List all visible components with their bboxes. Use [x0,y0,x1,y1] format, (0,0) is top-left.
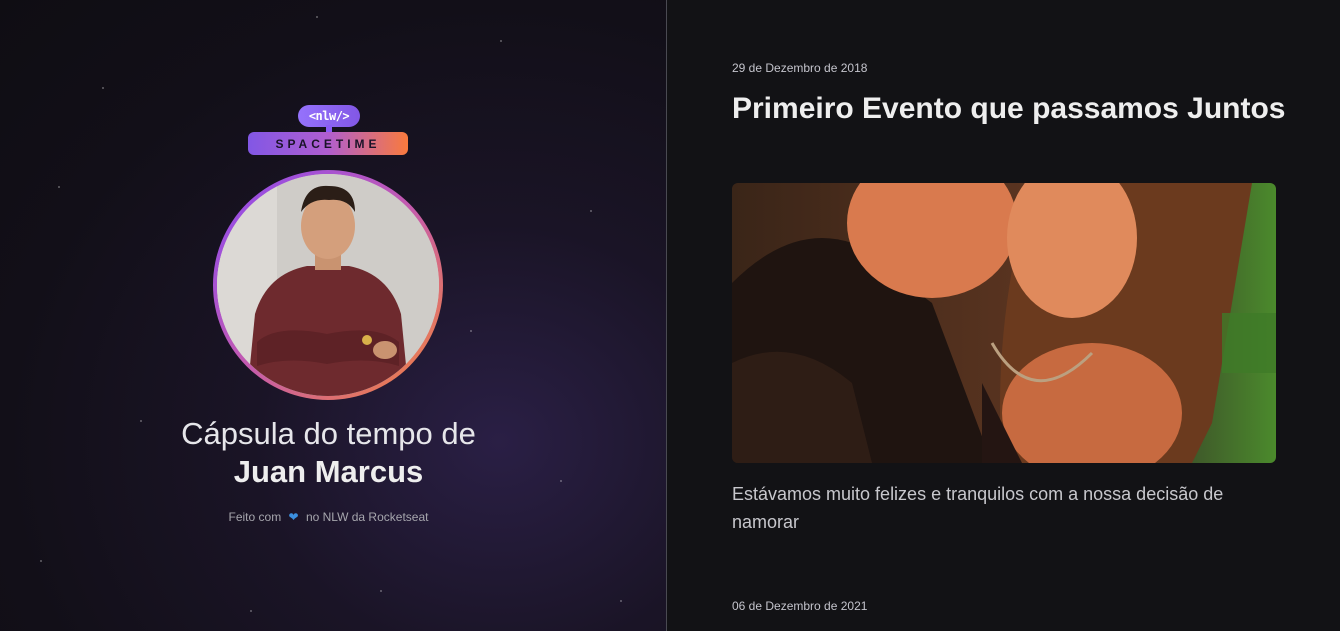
profile-panel: <nlw/> SPACETIME Cápsula do tempo de Jua… [0,0,667,631]
memory-description: Estávamos muito felizes e tranquilos com… [732,484,1224,532]
feed-scrollbar[interactable] [1332,0,1340,631]
memory-title: Primeiro Evento que passamos Juntos [732,92,1286,125]
footer-text-before: Feito com [228,510,282,524]
capsule-title: Cápsula do tempo de [181,416,476,451]
user-name: Juan Marcus [233,454,424,489]
heart-icon: ❤ [288,510,299,524]
avatar [213,170,443,400]
nlw-spacetime-logo: <nlw/> SPACETIME [248,105,408,155]
memory-date-2: 06 de Dezembro de 2021 [732,599,868,613]
memories-feed[interactable]: 29 de Dezembro de 2018 Primeiro Evento q… [668,0,1340,631]
logo-nlw-tag: <nlw/> [298,105,360,127]
avatar-photo [217,174,439,396]
memory-date: 29 de Dezembro de 2018 [732,61,868,75]
made-with-note: Feito com ❤ no NLW da Rocketseat [0,510,657,524]
logo-spacetime-text: SPACETIME [248,132,408,155]
memory-photo [732,183,1276,463]
footer-text-after: no NLW da Rocketseat [305,510,429,524]
